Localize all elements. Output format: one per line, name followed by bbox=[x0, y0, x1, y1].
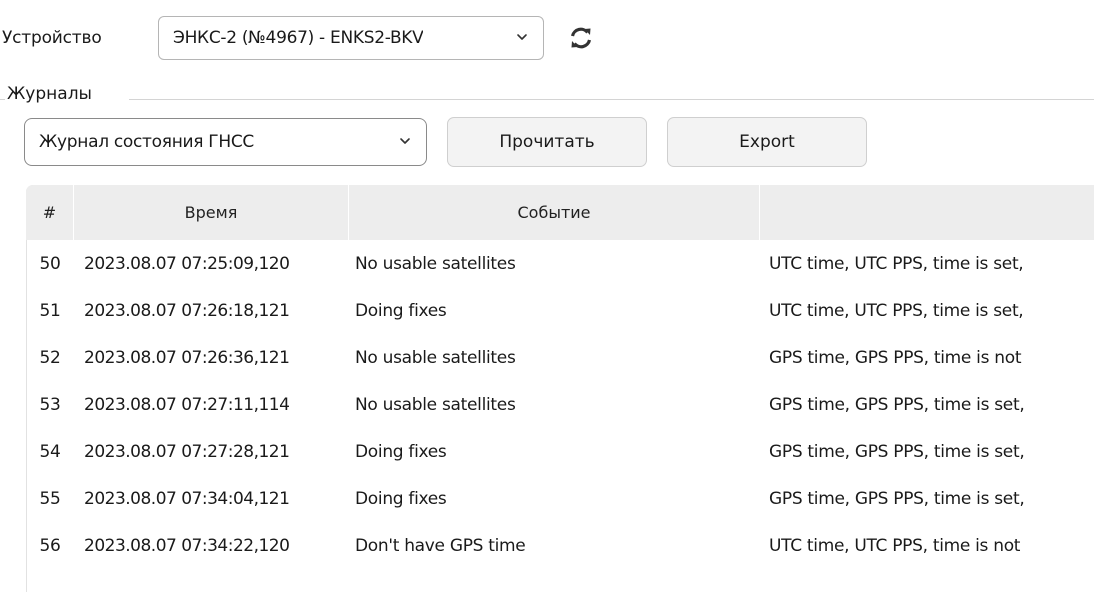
cell-event: No usable satellites bbox=[355, 394, 516, 415]
cell-details: GPS time, GPS PPS, time is set, bbox=[769, 441, 1025, 462]
cell-event: Doing fixes bbox=[355, 441, 447, 462]
cell-event: No usable satellites bbox=[355, 253, 516, 274]
column-header-details[interactable] bbox=[760, 185, 1094, 240]
cell-time: 2023.08.07 07:26:18,121 bbox=[84, 300, 290, 321]
cell-number: 55 bbox=[39, 488, 61, 509]
column-header-number[interactable]: # bbox=[26, 185, 74, 240]
chevron-down-icon bbox=[517, 34, 527, 40]
cell-details: GPS time, GPS PPS, time is not bbox=[769, 347, 1022, 368]
cell-details: GPS time, GPS PPS, time is set, bbox=[769, 394, 1025, 415]
column-header-time[interactable]: Время bbox=[74, 185, 349, 240]
logs-group-title: Журналы bbox=[5, 84, 94, 104]
table-row[interactable]: 52 2023.08.07 07:26:36,121 No usable sat… bbox=[26, 334, 1094, 381]
cell-time: 2023.08.07 07:34:22,120 bbox=[84, 535, 290, 556]
logs-toolbar: Журнал состояния ГНСС Прочитать Export bbox=[24, 117, 867, 167]
table-row[interactable]: 53 2023.08.07 07:27:11,114 No usable sat… bbox=[26, 381, 1094, 428]
cell-number: 53 bbox=[39, 394, 61, 415]
cell-time: 2023.08.07 07:34:04,121 bbox=[84, 488, 290, 509]
journal-select[interactable]: Журнал состояния ГНСС bbox=[24, 118, 427, 166]
refresh-button[interactable] bbox=[566, 23, 596, 53]
cell-time: 2023.08.07 07:27:28,121 bbox=[84, 441, 290, 462]
cell-time: 2023.08.07 07:27:11,114 bbox=[84, 394, 290, 415]
cell-number: 52 bbox=[39, 347, 61, 368]
cell-event: Doing fixes bbox=[355, 300, 447, 321]
table-row[interactable]: 50 2023.08.07 07:25:09,120 No usable sat… bbox=[26, 240, 1094, 287]
journal-select-value: Журнал состояния ГНСС bbox=[39, 132, 254, 152]
cell-event: No usable satellites bbox=[355, 347, 516, 368]
cell-time: 2023.08.07 07:25:09,120 bbox=[84, 253, 290, 274]
cell-event: Doing fixes bbox=[355, 488, 447, 509]
device-row: Устройство ЭНКС-2 (№4967) - ENKS2-BKV bbox=[0, 15, 596, 61]
table-row[interactable]: 54 2023.08.07 07:27:28,121 Doing fixes G… bbox=[26, 428, 1094, 475]
table-row[interactable]: 56 2023.08.07 07:34:22,120 Don't have GP… bbox=[26, 522, 1094, 569]
device-select-value: ЭНКС-2 (№4967) - ENKS2-BKV bbox=[173, 28, 424, 48]
cell-number: 56 bbox=[39, 535, 61, 556]
export-button[interactable]: Export bbox=[667, 117, 867, 167]
cell-details: UTC time, UTC PPS, time is set, bbox=[769, 300, 1024, 321]
cell-event: Don't have GPS time bbox=[355, 535, 526, 556]
cell-number: 50 bbox=[39, 253, 61, 274]
group-border-right bbox=[129, 99, 1094, 100]
log-table: # Время Событие 50 2023.08.07 07:25:09,1… bbox=[26, 185, 1094, 592]
column-header-event[interactable]: Событие bbox=[349, 185, 760, 240]
refresh-icon bbox=[570, 27, 592, 49]
cell-details: UTC time, UTC PPS, time is not bbox=[769, 535, 1021, 556]
read-button[interactable]: Прочитать bbox=[447, 117, 647, 167]
cell-time: 2023.08.07 07:26:36,121 bbox=[84, 347, 290, 368]
cell-details: UTC time, UTC PPS, time is set, bbox=[769, 253, 1024, 274]
chevron-down-icon bbox=[400, 138, 410, 144]
device-select[interactable]: ЭНКС-2 (№4967) - ENKS2-BKV bbox=[158, 16, 544, 60]
table-header: # Время Событие bbox=[26, 185, 1094, 240]
cell-number: 54 bbox=[39, 441, 61, 462]
table-row[interactable]: 55 2023.08.07 07:34:04,121 Doing fixes G… bbox=[26, 475, 1094, 522]
device-label: Устройство bbox=[2, 28, 102, 48]
table-row[interactable]: 51 2023.08.07 07:26:18,121 Doing fixes U… bbox=[26, 287, 1094, 334]
cell-details: GPS time, GPS PPS, time is set, bbox=[769, 488, 1025, 509]
cell-number: 51 bbox=[39, 300, 61, 321]
